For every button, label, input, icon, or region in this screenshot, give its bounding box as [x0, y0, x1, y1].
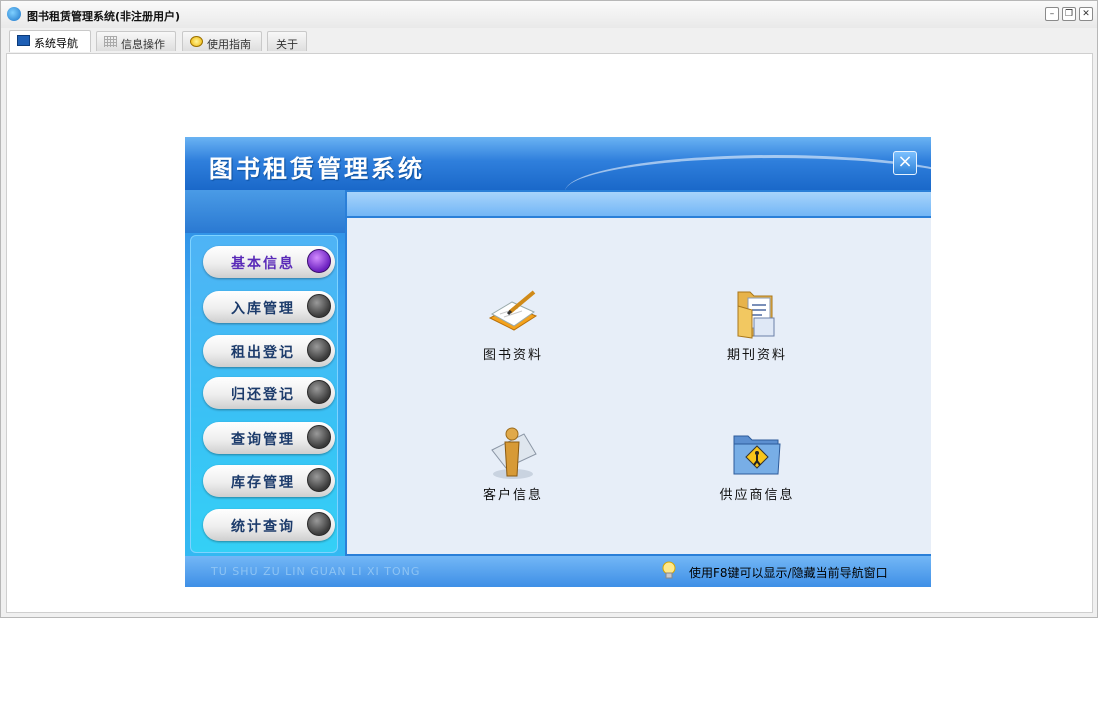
grid-icon — [104, 36, 117, 47]
tile-book-info[interactable]: 图书资料 — [453, 284, 573, 363]
main-body: 图书资料 期刊资料 客户信息 供应商信息 — [347, 218, 931, 554]
menu-stock-in[interactable]: 入库管理 — [203, 291, 335, 323]
tab-label: 关于 — [276, 38, 298, 51]
close-window-button[interactable]: ✕ — [1079, 7, 1093, 21]
tab-label: 信息操作 — [121, 38, 165, 51]
sidebar-header — [185, 190, 345, 233]
indicator-dot-icon — [307, 338, 331, 362]
minimize-button[interactable]: – — [1045, 7, 1059, 21]
tab-info-ops[interactable]: 信息操作 — [96, 31, 176, 51]
app-logo-icon — [7, 7, 21, 21]
sidebar-menu: 基本信息 入库管理 租出登记 归还登记 查询管理 库存管理 统计查询 — [190, 235, 338, 553]
tile-label: 图书资料 — [482, 348, 543, 363]
tab-bar: 系统导航 信息操作 使用指南 关于 — [1, 29, 1097, 53]
menu-statistics[interactable]: 统计查询 — [203, 509, 335, 541]
window-title: 图书租赁管理系统(非注册用户) — [27, 10, 181, 23]
supplier-folder-icon — [728, 424, 786, 482]
folder-documents-icon — [728, 284, 786, 342]
navigation-panel: 图书租赁管理系统 × 基本信息 入库管理 租出登记 归还登记 查询管理 库存管理… — [185, 137, 931, 587]
menu-label: 租出登记 — [231, 345, 295, 361]
indicator-dot-icon — [307, 512, 331, 536]
lightbulb-icon — [190, 36, 203, 47]
header-decoration — [565, 155, 931, 190]
menu-label: 基本信息 — [231, 256, 295, 272]
menu-inventory[interactable]: 库存管理 — [203, 465, 335, 497]
nav-header: 图书租赁管理系统 × — [185, 137, 931, 190]
tile-supplier-info[interactable]: 供应商信息 — [697, 424, 817, 503]
tile-customer-info[interactable]: 客户信息 — [453, 424, 573, 503]
tab-label: 系统导航 — [34, 37, 78, 50]
monitor-icon — [17, 35, 30, 46]
customer-person-icon — [484, 424, 542, 482]
menu-label: 归还登记 — [231, 387, 295, 403]
indicator-dot-icon — [307, 294, 331, 318]
tile-periodical-info[interactable]: 期刊资料 — [697, 284, 817, 363]
restore-button[interactable]: ❐ — [1062, 7, 1076, 21]
footer-pinyin: TU SHU ZU LIN GUAN LI XI TONG — [211, 565, 421, 578]
menu-rent-out[interactable]: 租出登记 — [203, 335, 335, 367]
tab-about[interactable]: 关于 — [267, 31, 307, 51]
sidebar: 基本信息 入库管理 租出登记 归还登记 查询管理 库存管理 统计查询 — [185, 190, 345, 556]
indicator-dot-icon — [307, 468, 331, 492]
indicator-dot-icon — [307, 249, 331, 273]
tab-system-nav[interactable]: 系统导航 — [9, 30, 91, 52]
footer-tip: 使用F8键可以显示/隐藏当前导航窗口 — [689, 566, 888, 580]
menu-label: 入库管理 — [231, 301, 295, 317]
menu-label: 库存管理 — [231, 475, 295, 491]
menu-label: 查询管理 — [231, 432, 295, 448]
tile-label: 客户信息 — [482, 488, 543, 503]
nav-footer: TU SHU ZU LIN GUAN LI XI TONG 使用F8键可以显示/… — [185, 556, 931, 587]
indicator-dot-icon — [307, 425, 331, 449]
main-header-strip — [347, 192, 931, 216]
menu-basic-info[interactable]: 基本信息 — [203, 246, 335, 278]
menu-return[interactable]: 归还登记 — [203, 377, 335, 409]
indicator-dot-icon — [307, 380, 331, 404]
nav-title: 图书租赁管理系统 — [209, 155, 425, 183]
menu-label: 统计查询 — [231, 519, 295, 535]
title-bar: 图书租赁管理系统(非注册用户) – ❐ ✕ — [1, 1, 1097, 28]
tab-user-guide[interactable]: 使用指南 — [182, 31, 262, 51]
book-edit-icon — [484, 284, 542, 342]
tile-label: 期刊资料 — [726, 348, 787, 363]
menu-query-management[interactable]: 查询管理 — [203, 422, 335, 454]
tile-label: 供应商信息 — [719, 488, 795, 503]
nav-close-button[interactable]: × — [893, 151, 917, 175]
lightbulb-icon — [661, 560, 677, 582]
tab-label: 使用指南 — [207, 38, 251, 51]
main-panel: 图书资料 期刊资料 客户信息 供应商信息 — [345, 190, 931, 556]
